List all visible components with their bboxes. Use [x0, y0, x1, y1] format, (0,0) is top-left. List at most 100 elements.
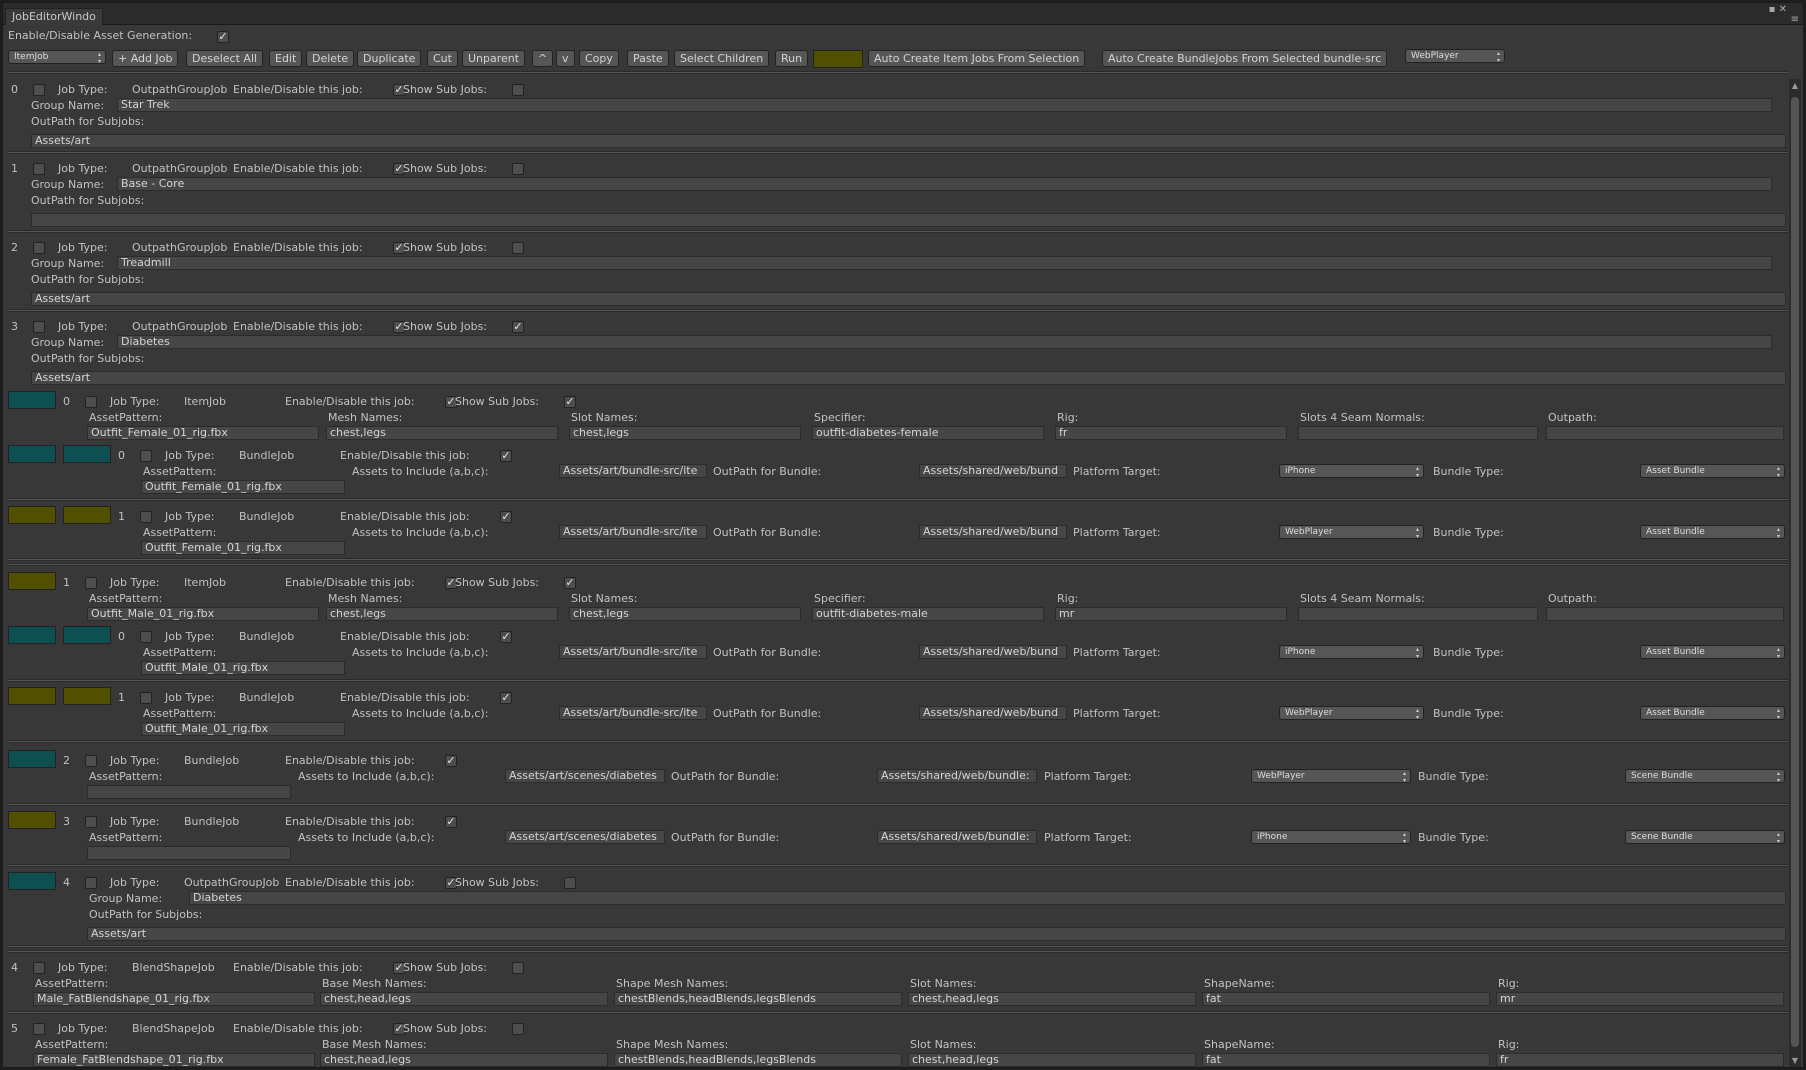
- blend-slots-field[interactable]: chest,head,legs: [908, 992, 1196, 1006]
- group-0-select-checkbox[interactable]: [33, 84, 45, 96]
- deselect-all-button[interactable]: Deselect All: [186, 50, 264, 67]
- bundle-2-enable-checkbox[interactable]: ✓: [500, 631, 512, 643]
- item-color-swatch[interactable]: [8, 572, 56, 590]
- scene-include-field[interactable]: Assets/art/scenes/diabetes: [505, 769, 665, 783]
- bundle-outpath-field[interactable]: Assets/shared/web/bund: [919, 464, 1067, 478]
- blend-slots-field[interactable]: chest,head,legs: [908, 1053, 1196, 1067]
- bundle-color-swatch[interactable]: [63, 445, 111, 463]
- bundle-include-field[interactable]: Assets/art/bundle-src/ite: [559, 525, 707, 539]
- item-slots-field[interactable]: chest,legs: [569, 426, 801, 440]
- blend-shape-field[interactable]: chestBlends,headBlends,legsBlends: [614, 992, 902, 1006]
- scene-outpath-field[interactable]: Assets/shared/web/bundle:: [877, 769, 1037, 783]
- bundle-0-enable-checkbox[interactable]: ✓: [500, 450, 512, 462]
- bundle-color-swatch[interactable]: [63, 626, 111, 644]
- color-swatch[interactable]: [813, 50, 863, 68]
- item-0-show-sub-checkbox[interactable]: ✓: [564, 396, 576, 408]
- item-1-show-sub-checkbox[interactable]: ✓: [564, 577, 576, 589]
- bundle-color-swatch[interactable]: [63, 687, 111, 705]
- subgroup-name-field[interactable]: Diabetes: [189, 891, 1786, 905]
- blend-rig-field[interactable]: mr: [1496, 992, 1784, 1006]
- item-rig-field[interactable]: mr: [1055, 607, 1287, 621]
- item-mesh-field[interactable]: chest,legs: [326, 607, 558, 621]
- item-spec-field[interactable]: outfit-diabetes-female: [812, 426, 1044, 440]
- blend-shape-field[interactable]: chestBlends,headBlends,legsBlends: [614, 1053, 902, 1067]
- window-tab[interactable]: JobEditorWindo: [5, 8, 103, 25]
- subgroup-outpath-field[interactable]: Assets/art: [87, 927, 1786, 941]
- group-0-group-name-field[interactable]: Star Trek: [117, 98, 1772, 112]
- platform-dropdown[interactable]: WebPlayer: [1405, 49, 1505, 63]
- scrollbar[interactable]: ▲ ▼: [1789, 79, 1801, 1067]
- group-2-show-sub-checkbox[interactable]: [512, 242, 524, 254]
- scene-bundle-color-swatch[interactable]: [8, 750, 56, 768]
- bundle-outpath-field[interactable]: Assets/shared/web/bund: [919, 706, 1067, 720]
- item-1-select-checkbox[interactable]: [85, 577, 97, 589]
- group-3-group-name-field[interactable]: Diabetes: [117, 335, 1772, 349]
- bundle-platform-dropdown[interactable]: iPhone: [1279, 645, 1424, 659]
- bundle-type-dropdown[interactable]: Asset Bundle: [1640, 525, 1785, 539]
- bundle-asset-field[interactable]: Outfit_Male_01_rig.fbx: [141, 722, 345, 736]
- item-asset-field[interactable]: Outfit_Female_01_rig.fbx: [87, 426, 319, 440]
- bundle-include-field[interactable]: Assets/art/bundle-src/ite: [559, 464, 707, 478]
- bundle-type-dropdown[interactable]: Asset Bundle: [1640, 645, 1785, 659]
- bundle-3-enable-checkbox[interactable]: ✓: [500, 692, 512, 704]
- blend-asset-field[interactable]: Female_FatBlendshape_01_rig.fbx: [33, 1053, 315, 1067]
- bundle-outpath-field[interactable]: Assets/shared/web/bund: [919, 645, 1067, 659]
- group-3-show-sub-checkbox[interactable]: ✓: [512, 321, 524, 333]
- move-down-button[interactable]: v: [556, 50, 575, 67]
- blend-sname-field[interactable]: fat: [1202, 1053, 1490, 1067]
- group-0-show-sub-checkbox[interactable]: [512, 84, 524, 96]
- bundle-color-swatch[interactable]: [8, 626, 56, 644]
- add-job-button[interactable]: + Add Job: [112, 50, 179, 67]
- bundle-1-enable-checkbox[interactable]: ✓: [500, 511, 512, 523]
- bundle-type-dropdown[interactable]: Asset Bundle: [1640, 464, 1785, 478]
- scene-bundle-1-select-checkbox[interactable]: [85, 816, 97, 828]
- bundle-asset-field[interactable]: Outfit_Female_01_rig.fbx: [141, 480, 345, 494]
- bundle-asset-field[interactable]: Outfit_Female_01_rig.fbx: [141, 541, 345, 555]
- item-outpath-field[interactable]: [1546, 426, 1784, 440]
- auto-create-item-jobs-button[interactable]: Auto Create Item Jobs From Selection: [868, 50, 1086, 67]
- item-seam-field[interactable]: [1298, 607, 1538, 621]
- subgroup-show-sub-checkbox[interactable]: [564, 877, 576, 889]
- subgroup-color-swatch[interactable]: [8, 872, 56, 890]
- scene-bundle-1-enable-checkbox[interactable]: ✓: [445, 816, 457, 828]
- scene-platform-dropdown[interactable]: iPhone: [1251, 830, 1411, 844]
- item-slots-field[interactable]: chest,legs: [569, 607, 801, 621]
- scroll-up-icon[interactable]: ▲: [1789, 81, 1801, 90]
- cut-button[interactable]: Cut: [427, 50, 458, 67]
- bundle-0-select-checkbox[interactable]: [140, 450, 152, 462]
- bundle-color-swatch[interactable]: [8, 506, 56, 524]
- blend-base-field[interactable]: chest,head,legs: [320, 992, 608, 1006]
- blend-rig-field[interactable]: fr: [1496, 1053, 1784, 1067]
- item-mesh-field[interactable]: chest,legs: [326, 426, 558, 440]
- bundle-2-select-checkbox[interactable]: [140, 631, 152, 643]
- bundle-color-swatch[interactable]: [8, 445, 56, 463]
- scene-platform-dropdown[interactable]: WebPlayer: [1251, 769, 1411, 783]
- scene-bundle-0-select-checkbox[interactable]: [85, 755, 97, 767]
- bundle-color-swatch[interactable]: [63, 506, 111, 524]
- paste-button[interactable]: Paste: [627, 50, 669, 67]
- scene-asset-field[interactable]: [87, 846, 291, 860]
- menu-icon[interactable]: ≡: [1791, 15, 1799, 25]
- job-type-dropdown[interactable]: ItemJob: [8, 50, 106, 64]
- bundle-include-field[interactable]: Assets/art/bundle-src/ite: [559, 706, 707, 720]
- group-2-select-checkbox[interactable]: [33, 242, 45, 254]
- item-spec-field[interactable]: outfit-diabetes-male: [812, 607, 1044, 621]
- delete-button[interactable]: Delete: [306, 50, 355, 67]
- bundle-platform-dropdown[interactable]: WebPlayer: [1279, 706, 1424, 720]
- item-seam-field[interactable]: [1298, 426, 1538, 440]
- edit-button[interactable]: Edit: [269, 50, 303, 67]
- auto-create-bundle-jobs-button[interactable]: Auto Create BundleJobs From Selected bun…: [1102, 50, 1388, 67]
- item-asset-field[interactable]: Outfit_Male_01_rig.fbx: [87, 607, 319, 621]
- blend-asset-field[interactable]: Male_FatBlendshape_01_rig.fbx: [33, 992, 315, 1006]
- scene-asset-field[interactable]: [87, 785, 291, 799]
- group-1-show-sub-checkbox[interactable]: [512, 163, 524, 175]
- blend-base-field[interactable]: chest,head,legs: [320, 1053, 608, 1067]
- scrollbar-thumb[interactable]: [1791, 97, 1799, 1047]
- bundle-include-field[interactable]: Assets/art/bundle-src/ite: [559, 645, 707, 659]
- item-color-swatch[interactable]: [8, 391, 56, 409]
- group-1-group-name-field[interactable]: Base - Core: [117, 177, 1772, 191]
- subgroup-select-checkbox[interactable]: [85, 877, 97, 889]
- group-1-outpath-field[interactable]: [31, 213, 1786, 227]
- group-3-select-checkbox[interactable]: [33, 321, 45, 333]
- duplicate-button[interactable]: Duplicate: [357, 50, 422, 67]
